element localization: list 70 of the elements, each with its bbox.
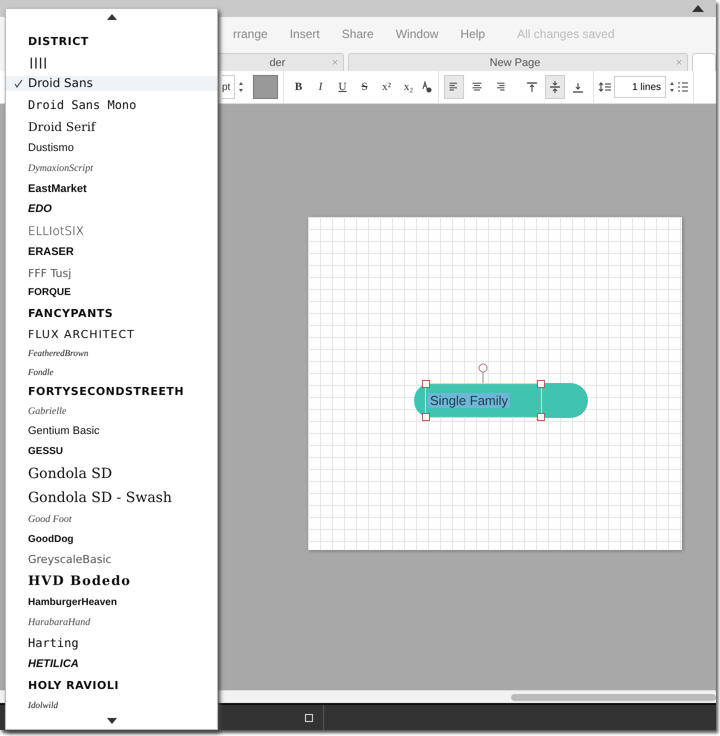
font-option[interactable]: HETILICA: [6, 658, 217, 672]
save-status: All changes saved: [517, 26, 615, 40]
valign-top-icon: [526, 81, 538, 93]
font-option[interactable]: HVD Bodedo: [6, 574, 217, 590]
font-option[interactable]: Idolwild: [6, 700, 217, 711]
font-option[interactable]: Harting: [6, 636, 217, 651]
font-option[interactable]: Gondola SD - Swash: [6, 490, 217, 507]
font-option[interactable]: GreyscaleBasic: [6, 553, 217, 567]
page-tab[interactable]: New Page ×: [348, 53, 688, 71]
font-option[interactable]: Gondola SD: [6, 466, 217, 482]
font-option[interactable]: EDO: [6, 203, 217, 216]
rotate-handle-icon[interactable]: [477, 363, 489, 383]
font-option[interactable]: Droid Serif: [6, 120, 217, 135]
resize-handle[interactable]: [537, 380, 545, 388]
font-option[interactable]: FFF Tusj: [6, 266, 217, 280]
format-button[interactable]: x₂: [399, 75, 418, 99]
resize-handle[interactable]: [422, 413, 430, 421]
font-option[interactable]: ERASER: [6, 246, 217, 260]
font-option[interactable]: HOLY RAVIOLI: [6, 679, 217, 692]
collapse-arrow-icon[interactable]: [692, 5, 704, 12]
spinner-icon[interactable]: [669, 80, 675, 94]
line-spacing-field[interactable]: 1 lines: [614, 76, 666, 98]
font-option[interactable]: DymaxionScript: [6, 163, 217, 176]
resize-handle[interactable]: [422, 380, 430, 388]
shape-text[interactable]: Single Family: [428, 393, 510, 408]
valign-middle-icon: [549, 81, 561, 93]
scrollbar-thumb[interactable]: [511, 694, 716, 700]
window-icon[interactable]: [305, 714, 313, 722]
format-button[interactable]: B: [289, 75, 308, 99]
align-left-icon: [448, 82, 460, 92]
font-option[interactable]: ELLIotSIX: [6, 224, 217, 238]
font-option[interactable]: Fondle: [6, 366, 217, 378]
align-center-icon: [471, 82, 483, 92]
format-button[interactable]: I: [311, 75, 330, 99]
font-option[interactable]: FORTYSECONDSTREETH: [6, 385, 217, 398]
line-spacing-icon: [599, 82, 611, 92]
color-swatch[interactable]: [253, 75, 278, 99]
font-option[interactable]: FORQUE: [6, 287, 217, 300]
format-button[interactable]: x²: [377, 75, 396, 99]
font-option[interactable]: FANCYPANTS: [6, 306, 217, 320]
font-option[interactable]: Dustismo: [6, 142, 217, 156]
font-option[interactable]: HamburgerHeaven: [6, 597, 217, 610]
align-right-icon: [494, 82, 506, 92]
font-option[interactable]: Gabrielle: [6, 406, 217, 418]
font-option[interactable]: ||||: [6, 56, 217, 69]
resize-handle[interactable]: [537, 413, 545, 421]
valign-button[interactable]: [545, 75, 565, 99]
font-option[interactable]: GESSU: [6, 446, 217, 458]
align-button[interactable]: [444, 75, 464, 99]
page-tab[interactable]: der ×: [217, 53, 344, 71]
list-icon[interactable]: [678, 82, 688, 92]
font-option[interactable]: HarabaraHand: [6, 616, 217, 629]
scroll-down-icon[interactable]: [106, 718, 116, 724]
clear-format-icon[interactable]: [421, 81, 433, 93]
format-button[interactable]: U: [333, 75, 352, 99]
font-option[interactable]: Gentium Basic: [6, 425, 217, 439]
scroll-up-icon[interactable]: [106, 14, 116, 20]
font-option[interactable]: Droid Sans: [6, 76, 217, 91]
font-option[interactable]: Good Foot: [6, 514, 217, 526]
check-icon: [14, 78, 23, 88]
font-option[interactable]: DISTRICT: [6, 35, 217, 48]
font-size-field[interactable]: pt: [222, 75, 235, 99]
format-button[interactable]: S: [355, 75, 374, 99]
font-option[interactable]: FeatheredBrown: [6, 348, 217, 360]
valign-bottom-icon: [572, 81, 584, 93]
font-option[interactable]: FLUX ARCHITECT: [6, 328, 217, 341]
font-option[interactable]: EastMarket: [6, 182, 217, 196]
font-option[interactable]: GoodDog: [6, 534, 217, 546]
spinner-icon[interactable]: [238, 80, 244, 94]
font-option[interactable]: Droid Sans Mono: [6, 98, 217, 113]
